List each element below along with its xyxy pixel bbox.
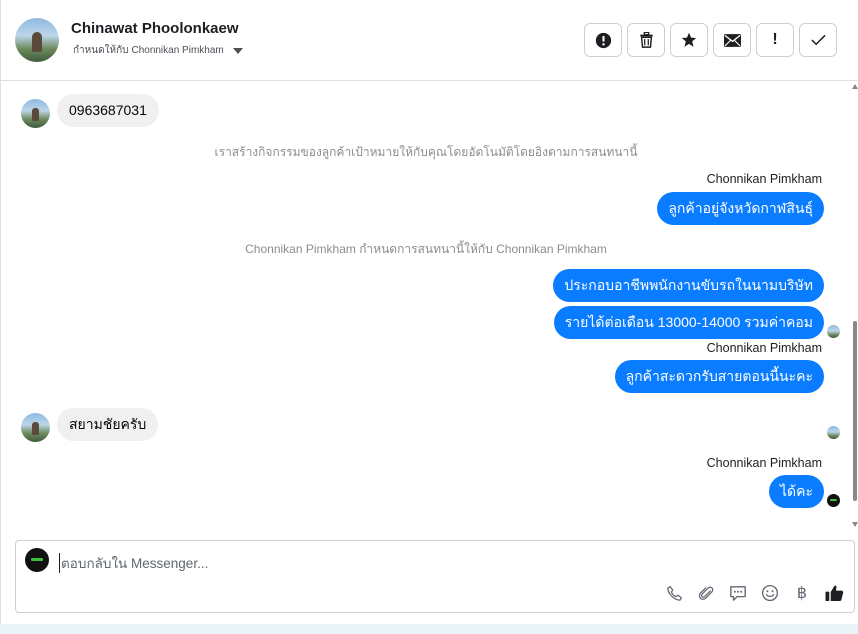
spam-button[interactable]	[584, 23, 622, 57]
call-button[interactable]	[664, 583, 684, 603]
page-avatar-small	[827, 494, 840, 507]
read-receipt-avatar	[827, 426, 840, 439]
mark-done-button[interactable]	[799, 23, 837, 57]
star-button[interactable]	[670, 23, 708, 57]
check-icon	[810, 34, 826, 46]
payment-button[interactable]: ฿	[792, 583, 812, 603]
message-thread[interactable]: 0963687031 เราสร้างกิจกรรมของลูกค้าเป้าห…	[1, 81, 851, 533]
inbox-conversation-panel: Chinawat Phoolonkaew กำหนดให้กับ Chonnik…	[0, 0, 858, 624]
scroll-up-arrow-icon[interactable]	[852, 84, 858, 89]
paperclip-icon	[698, 586, 713, 600]
alert-circle-icon	[595, 32, 611, 48]
scroll-down-arrow-icon[interactable]	[852, 522, 858, 527]
conversation-toolbar: !	[584, 23, 837, 57]
baht-icon: ฿	[796, 585, 808, 602]
phone-icon	[666, 585, 682, 601]
sender-name: Chonnikan Pimkham	[706, 456, 822, 470]
thread-scrollbar[interactable]	[851, 81, 858, 527]
composer-tools: ฿	[664, 583, 844, 603]
system-note: Chonnikan Pimkham กำหนดการสนทนานี้ให้กับ…	[245, 242, 607, 256]
envelope-icon	[723, 33, 741, 47]
assignee-name: Chonnikan Pimkham	[131, 45, 224, 56]
trash-icon	[639, 32, 653, 48]
contact-name[interactable]: Chinawat Phoolonkaew	[71, 20, 239, 37]
contact-avatar-small	[21, 99, 50, 128]
contact-avatar[interactable]	[15, 18, 59, 62]
scroll-thumb[interactable]	[853, 321, 857, 501]
outgoing-message[interactable]: ได้คะ	[768, 475, 824, 508]
outgoing-message[interactable]: ประกอบอาชีพพนักงานขับรถในนามบริษัท	[553, 269, 824, 302]
assign-prefix: กำหนดให้กับ	[73, 45, 129, 56]
attach-button[interactable]	[696, 583, 716, 603]
exclamation-icon: !	[772, 31, 778, 48]
saved-reply-button[interactable]	[728, 583, 748, 603]
delete-button[interactable]	[627, 23, 665, 57]
mark-unread-button[interactable]	[713, 23, 751, 57]
sender-name: Chonnikan Pimkham	[706, 341, 822, 355]
contact-avatar-small	[21, 413, 50, 442]
follow-up-button[interactable]: !	[756, 23, 794, 57]
emoji-button[interactable]	[760, 583, 780, 603]
sender-name: Chonnikan Pimkham	[706, 172, 822, 186]
page-avatar	[25, 548, 49, 572]
assignment-selector[interactable]: กำหนดให้กับ Chonnikan Pimkham	[73, 43, 243, 58]
system-note: เราสร้างกิจกรรมของลูกค้าเป้าหมายให้กับคุ…	[214, 145, 638, 159]
outgoing-message[interactable]: ลูกค้าสะดวกรับสายตอนนี้นะคะ	[614, 360, 824, 393]
outgoing-message[interactable]: รายได้ต่อเดือน 13000-14000 รวมค่าคอม	[553, 306, 824, 339]
incoming-message[interactable]: สยามชัยครับ	[57, 408, 159, 441]
conversation-header: Chinawat Phoolonkaew กำหนดให้กับ Chonnik…	[1, 0, 858, 81]
outgoing-message[interactable]: ลูกค้าอยู่จังหวัดกาฬสินธุ์	[657, 192, 824, 225]
chevron-down-icon[interactable]	[232, 47, 243, 54]
incoming-message[interactable]: 0963687031	[57, 94, 159, 127]
like-icon	[825, 585, 843, 602]
reply-input[interactable]	[59, 553, 659, 573]
like-button[interactable]	[824, 583, 844, 603]
saved-reply-icon	[730, 585, 746, 601]
star-icon	[681, 32, 697, 47]
reply-composer: ฿	[15, 540, 855, 613]
emoji-icon	[761, 584, 779, 602]
read-receipt-avatar	[827, 325, 840, 338]
